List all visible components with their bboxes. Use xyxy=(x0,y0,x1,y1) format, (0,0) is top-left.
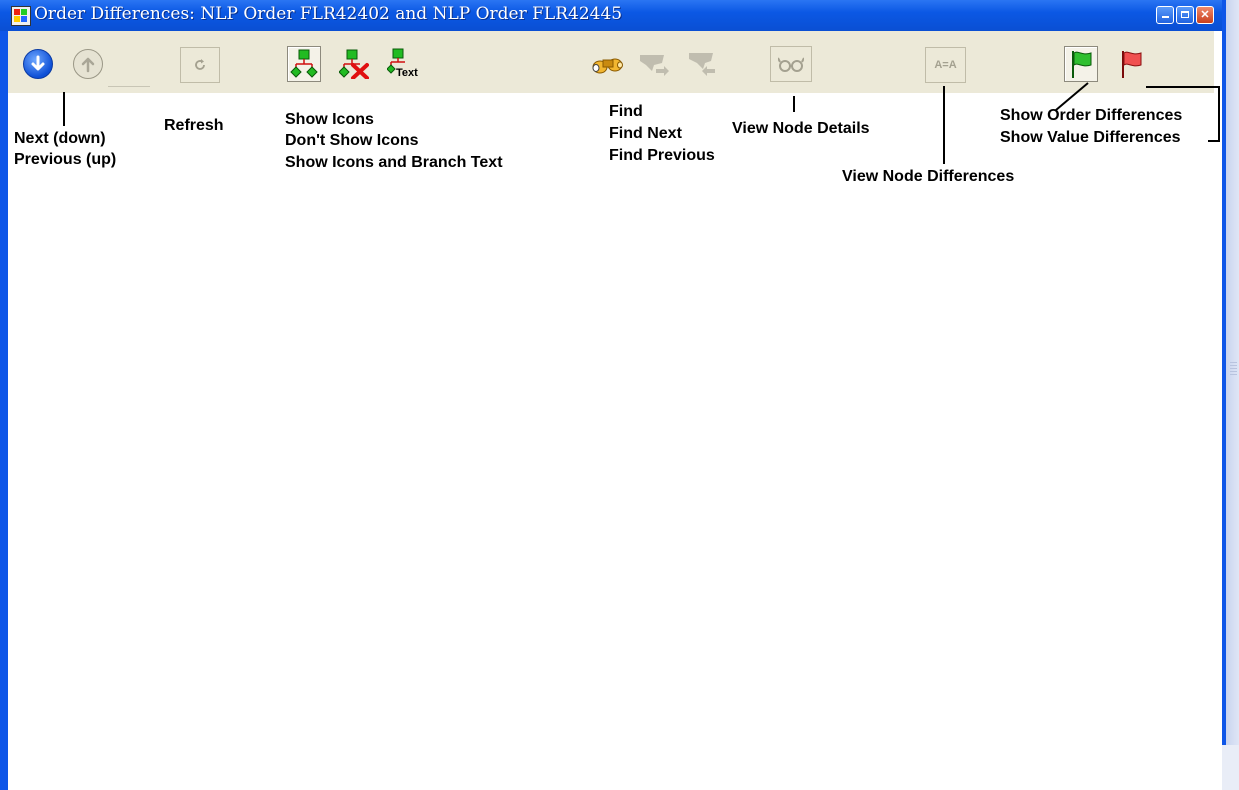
find-next-icon xyxy=(640,55,669,76)
find-previous-icon xyxy=(689,53,715,76)
find-button[interactable] xyxy=(591,46,625,82)
maximize-button[interactable] xyxy=(1176,6,1194,24)
app-icon[interactable] xyxy=(11,6,31,26)
refresh-button[interactable] xyxy=(180,47,220,83)
minimize-icon xyxy=(1161,16,1169,18)
next-down-button[interactable] xyxy=(21,46,55,82)
view-node-details-button[interactable] xyxy=(770,46,812,82)
window-title: Order Differences: NLP Order FLR42402 an… xyxy=(34,4,623,24)
previous-up-button[interactable] xyxy=(71,46,105,82)
find-previous-button[interactable] xyxy=(684,46,718,82)
maximize-icon xyxy=(1181,11,1189,18)
find-next-button[interactable] xyxy=(637,46,671,82)
dont-show-icons-button[interactable] xyxy=(337,46,371,82)
binoculars-icon xyxy=(592,58,623,74)
toolbar-separator xyxy=(108,86,150,87)
close-button[interactable]: ✕ xyxy=(1196,6,1214,24)
tree-text-icon: Text xyxy=(387,48,418,79)
tree-x-icon xyxy=(339,49,369,79)
refresh-icon xyxy=(195,59,205,70)
arrow-down-circle-icon xyxy=(23,49,53,79)
tree-icon xyxy=(290,49,318,78)
view-node-differences-button[interactable]: A=A xyxy=(925,47,966,83)
minimize-button[interactable] xyxy=(1156,6,1174,24)
title-bar[interactable]: Order Differences: NLP Order FLR42402 an… xyxy=(0,0,1222,31)
scrollbar-grip-icon[interactable] xyxy=(1230,362,1237,376)
tree-view-area[interactable] xyxy=(8,93,1222,790)
glasses-icon xyxy=(778,57,804,72)
arrow-up-circle-icon xyxy=(73,49,103,79)
show-icons-button[interactable] xyxy=(287,46,321,82)
close-icon: ✕ xyxy=(1200,9,1210,21)
tree-text-glyph: Text xyxy=(396,67,418,79)
show-icons-branch-text-button[interactable]: Text xyxy=(386,46,420,82)
compare-icon: A=A xyxy=(934,59,957,71)
